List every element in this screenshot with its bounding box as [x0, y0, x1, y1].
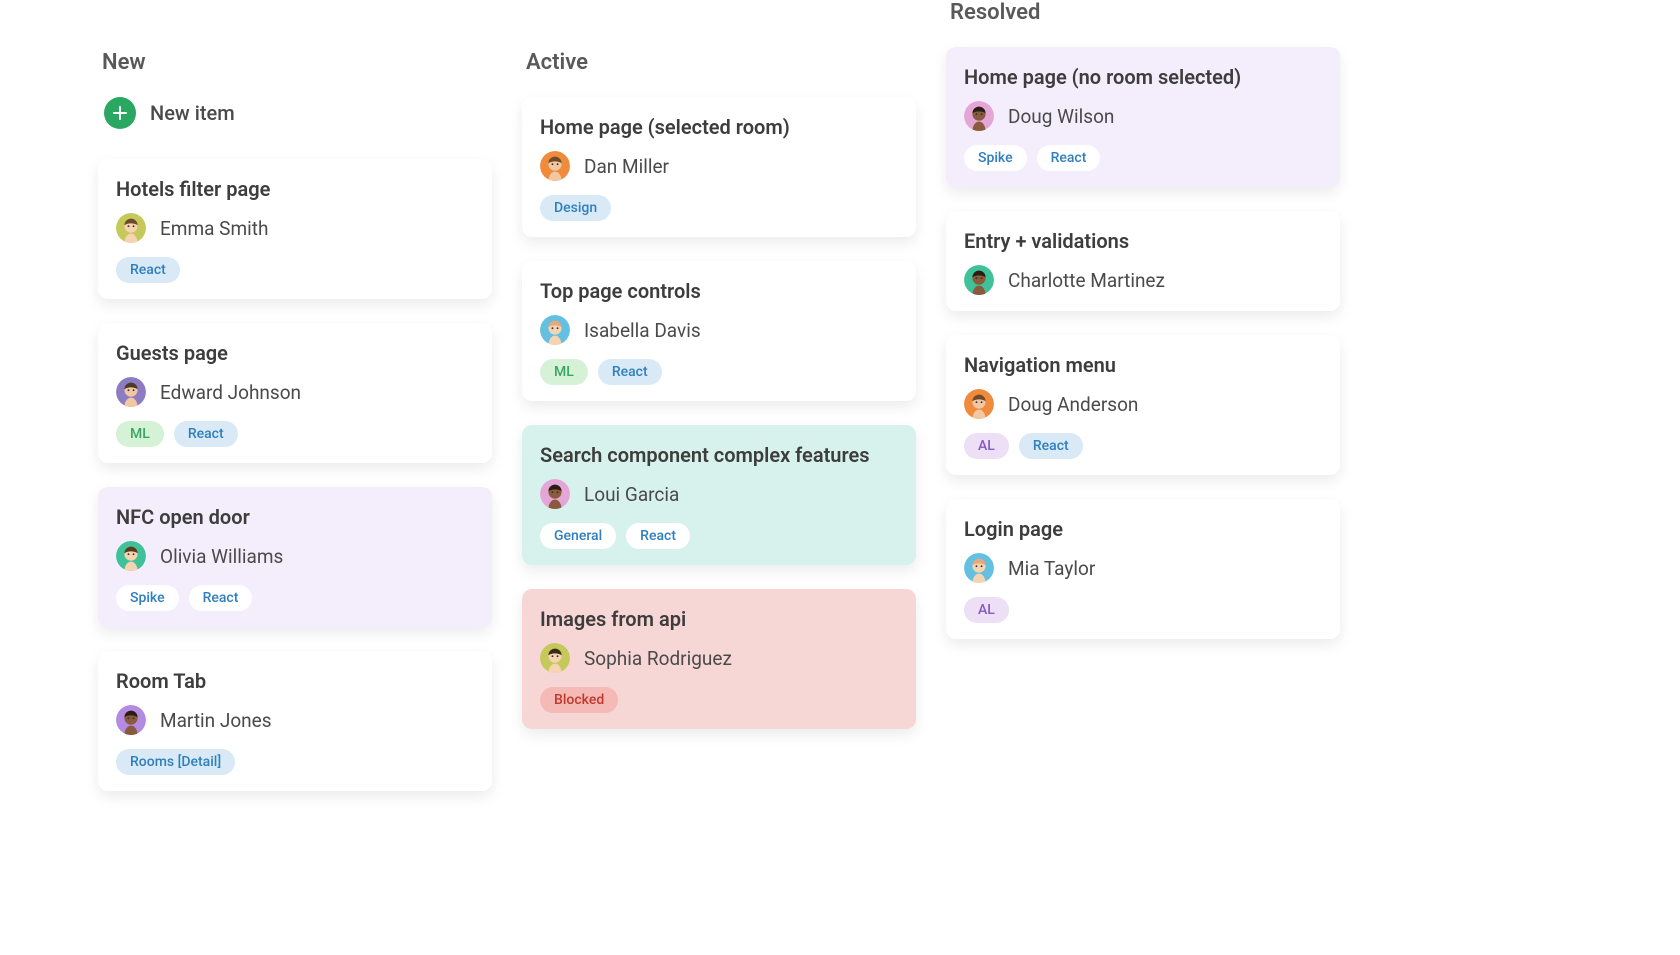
card-title: Home page (selected room): [540, 115, 898, 139]
avatar: [116, 541, 146, 571]
tag-rooms-detail-: Rooms [Detail]: [116, 749, 235, 775]
task-card[interactable]: Home page (no room selected) Doug Wilson…: [946, 47, 1340, 187]
card-title: Home page (no room selected): [964, 65, 1322, 89]
new-item-label: New item: [150, 101, 235, 125]
card-title: Guests page: [116, 341, 474, 365]
tag-design: Design: [540, 195, 611, 221]
card-title: Entry + validations: [964, 229, 1322, 253]
task-card[interactable]: Login page Mia Taylor AL: [946, 499, 1340, 639]
assignee: Isabella Davis: [540, 315, 898, 345]
assignee-name: Doug Wilson: [1008, 105, 1114, 128]
column-title-resolved: Resolved: [950, 0, 1340, 25]
avatar: [964, 101, 994, 131]
tag-react: React: [626, 523, 690, 549]
assignee-name: Olivia Williams: [160, 545, 283, 568]
card-title: Search component complex features: [540, 443, 898, 467]
task-card[interactable]: Hotels filter page Emma Smith React: [98, 159, 492, 299]
assignee-name: Sophia Rodriguez: [584, 647, 732, 670]
column-title-active: Active: [526, 50, 916, 75]
card-title: NFC open door: [116, 505, 474, 529]
assignee: Martin Jones: [116, 705, 474, 735]
column-title-new: New: [102, 50, 492, 75]
tag-al: AL: [964, 597, 1009, 623]
assignee-name: Isabella Davis: [584, 319, 701, 342]
avatar: [964, 553, 994, 583]
task-card[interactable]: NFC open door Olivia Williams Spike React: [98, 487, 492, 627]
new-item-button[interactable]: New item: [104, 97, 492, 129]
avatar: [540, 315, 570, 345]
tag-react: React: [1019, 433, 1083, 459]
assignee: Emma Smith: [116, 213, 474, 243]
tag-row: ML React: [540, 359, 898, 385]
avatar: [116, 705, 146, 735]
tag-ml: ML: [116, 421, 164, 447]
assignee: Doug Anderson: [964, 389, 1322, 419]
assignee-name: Edward Johnson: [160, 381, 301, 404]
task-card[interactable]: Search component complex features Loui G…: [522, 425, 916, 565]
assignee: Mia Taylor: [964, 553, 1322, 583]
assignee: Dan Miller: [540, 151, 898, 181]
tag-row: Rooms [Detail]: [116, 749, 474, 775]
tag-react: React: [116, 257, 180, 283]
assignee: Charlotte Martinez: [964, 265, 1322, 295]
assignee-name: Loui Garcia: [584, 483, 679, 506]
card-title: Room Tab: [116, 669, 474, 693]
tag-row: Spike React: [964, 145, 1322, 171]
tag-row: ML React: [116, 421, 474, 447]
assignee: Doug Wilson: [964, 101, 1322, 131]
avatar: [116, 213, 146, 243]
task-card[interactable]: Navigation menu Doug Anderson AL React: [946, 335, 1340, 475]
plus-icon: [104, 97, 136, 129]
kanban-board: New New item Hotels filter page Emma Smit…: [0, 0, 1680, 815]
tag-react: React: [1037, 145, 1101, 171]
assignee-name: Mia Taylor: [1008, 557, 1095, 580]
task-card[interactable]: Guests page Edward Johnson ML React: [98, 323, 492, 463]
assignee-name: Emma Smith: [160, 217, 268, 240]
assignee: Edward Johnson: [116, 377, 474, 407]
card-title: Login page: [964, 517, 1322, 541]
tag-row: AL React: [964, 433, 1322, 459]
avatar: [964, 265, 994, 295]
assignee-name: Doug Anderson: [1008, 393, 1138, 416]
task-card[interactable]: Images from api Sophia Rodriguez Blocked: [522, 589, 916, 729]
avatar: [116, 377, 146, 407]
tag-al: AL: [964, 433, 1009, 459]
card-title: Hotels filter page: [116, 177, 474, 201]
card-title: Navigation menu: [964, 353, 1322, 377]
task-card[interactable]: Entry + validations Charlotte Martinez: [946, 211, 1340, 311]
column-new: New New item Hotels filter page Emma Smit…: [98, 0, 492, 815]
tag-general: General: [540, 523, 616, 549]
avatar: [540, 643, 570, 673]
tag-blocked: Blocked: [540, 687, 618, 713]
tag-react: React: [174, 421, 238, 447]
assignee-name: Charlotte Martinez: [1008, 269, 1165, 292]
tag-row: AL: [964, 597, 1322, 623]
task-card[interactable]: Home page (selected room) Dan Miller Desi…: [522, 97, 916, 237]
tag-row: Design: [540, 195, 898, 221]
task-card[interactable]: Top page controls Isabella Davis ML React: [522, 261, 916, 401]
assignee-name: Dan Miller: [584, 155, 669, 178]
avatar: [540, 479, 570, 509]
card-title: Images from api: [540, 607, 898, 631]
tag-react: React: [189, 585, 253, 611]
assignee: Sophia Rodriguez: [540, 643, 898, 673]
avatar: [540, 151, 570, 181]
assignee-name: Martin Jones: [160, 709, 272, 732]
column-active: Active Home page (selected room) Dan Mill…: [522, 0, 916, 753]
tag-row: Blocked: [540, 687, 898, 713]
tag-spike: Spike: [964, 145, 1027, 171]
tag-row: React: [116, 257, 474, 283]
card-title: Top page controls: [540, 279, 898, 303]
tag-spike: Spike: [116, 585, 179, 611]
avatar: [964, 389, 994, 419]
tag-row: Spike React: [116, 585, 474, 611]
tag-react: React: [598, 359, 662, 385]
task-card[interactable]: Room Tab Martin Jones Rooms [Detail]: [98, 651, 492, 791]
tag-ml: ML: [540, 359, 588, 385]
column-resolved: Resolved Home page (no room selected) Dou…: [946, 0, 1340, 663]
assignee: Olivia Williams: [116, 541, 474, 571]
tag-row: General React: [540, 523, 898, 549]
assignee: Loui Garcia: [540, 479, 898, 509]
